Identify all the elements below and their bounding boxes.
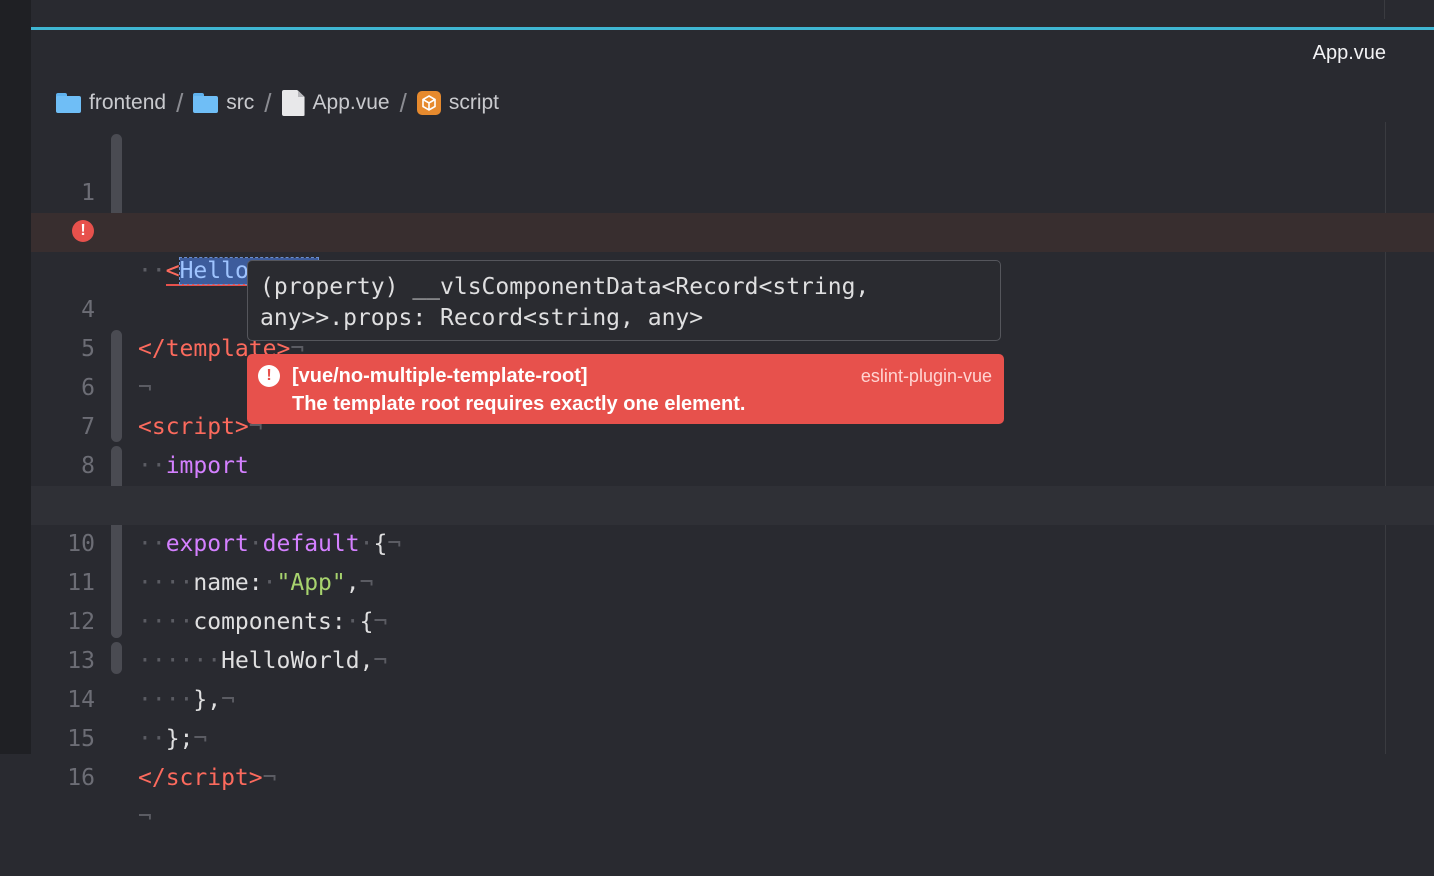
tab-title[interactable]: App.vue xyxy=(1313,42,1386,65)
code-line[interactable]: 11 ····components:·{¬ xyxy=(31,525,1434,635)
code-line[interactable]: 16 ¬ xyxy=(31,720,1434,830)
breadcrumb-item-src[interactable]: src xyxy=(193,91,254,115)
code-line-current[interactable]: 10 ····name:·"App",¬ xyxy=(31,486,1434,596)
diagnostic-popup[interactable]: ! [vue/no-multiple-template-root] The te… xyxy=(247,354,1004,424)
folder-icon xyxy=(56,93,81,113)
code-line[interactable]: 2 ··<img·alt="Vue logo"·src="./assets/lo… xyxy=(31,174,1434,284)
folder-icon xyxy=(193,93,219,113)
active-tab-accent xyxy=(31,27,1434,30)
breadcrumb-label: frontend xyxy=(89,91,167,114)
breadcrumb-separator: / xyxy=(399,87,407,118)
diagnostic-source: eslint-plugin-vue xyxy=(860,366,992,386)
code-editor[interactable]: 1 <template>¬ 2 ··<img·alt="Vue logo"·sr… xyxy=(31,134,1434,830)
hover-tooltip: (property) __vlsComponentData<Record<str… xyxy=(247,260,1001,341)
breadcrumb-label: script xyxy=(448,91,500,114)
breadcrumb-item-frontend[interactable]: frontend xyxy=(56,91,166,115)
line-number: 16 xyxy=(67,765,95,791)
hover-type-line-2: any>>.props: Record<string, any> xyxy=(260,305,704,331)
code-line-error[interactable]: ··<HelloWorld·msg="Welcome to Your Vue.j… xyxy=(31,213,1434,286)
breadcrumb-item-script[interactable]: script xyxy=(416,91,500,115)
diagnostic-rule: [vue/no-multiple-template-root] xyxy=(292,365,588,387)
code-line[interactable]: 12 ······HelloWorld,¬ xyxy=(31,564,1434,674)
code-line[interactable]: 1 <template>¬ xyxy=(31,135,1434,245)
breadcrumb-label: App.vue xyxy=(312,91,390,114)
breadcrumb-separator: / xyxy=(264,87,272,118)
script-block-icon xyxy=(416,91,441,115)
top-pane xyxy=(31,0,1434,27)
code-line[interactable]: 9 ··export·default·{¬ xyxy=(31,447,1434,557)
code-line[interactable]: 14 ··};¬ xyxy=(31,642,1434,752)
diagnostic-message: The template root requires exactly one e… xyxy=(292,393,746,415)
breadcrumb-label: src xyxy=(226,91,255,114)
pane-divider xyxy=(1384,0,1385,19)
error-gutter-icon[interactable]: ! xyxy=(72,220,94,242)
error-icon: ! xyxy=(258,365,280,387)
breadcrumb: frontend / src / App.vue / script xyxy=(56,88,499,118)
breadcrumb-item-app-vue[interactable]: App.vue xyxy=(281,90,390,116)
activity-strip xyxy=(0,0,31,754)
code-line[interactable]: 13 ····},¬ xyxy=(31,603,1434,713)
file-icon xyxy=(281,90,305,116)
hover-type-line-1: (property) __vlsComponentData<Record<str… xyxy=(260,274,870,300)
breadcrumb-separator: / xyxy=(176,87,184,118)
code-line[interactable]: 15 </script>¬ xyxy=(31,681,1434,791)
